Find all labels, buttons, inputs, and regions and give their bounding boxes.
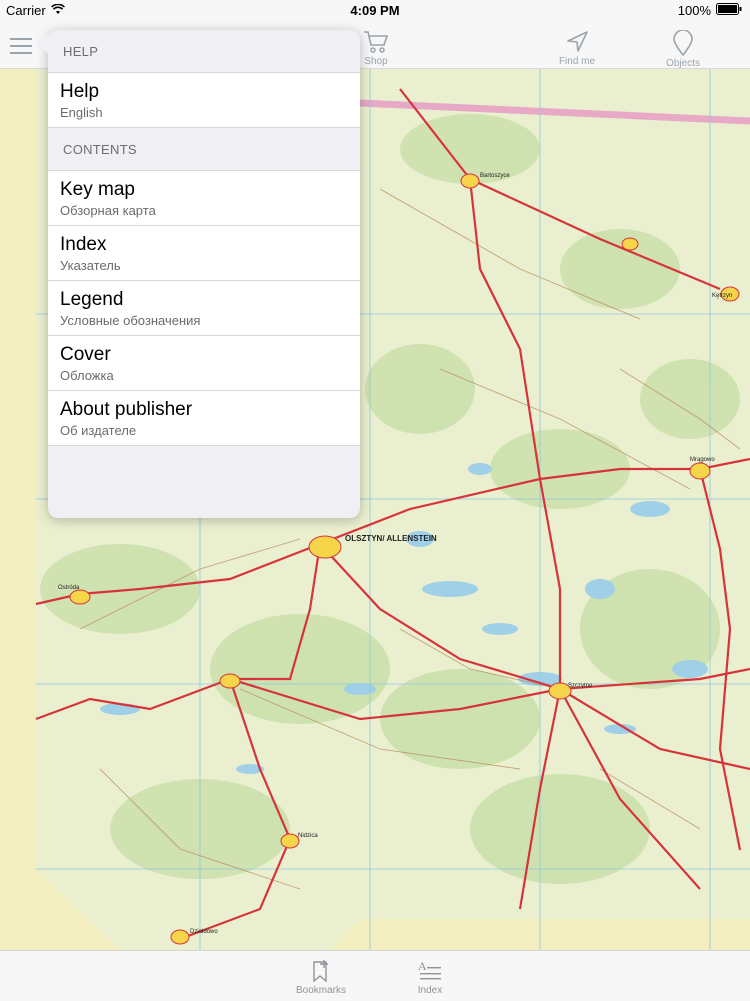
map-label-ostroda: Ostróda — [58, 585, 80, 591]
find-me-button[interactable]: Find me — [547, 30, 607, 67]
objects-button[interactable]: Objects — [653, 30, 713, 69]
menu-item-title: Cover — [60, 344, 111, 365]
map-label-dzialdowo: Działdowo — [190, 929, 218, 935]
menu-item-subtitle: Об издателе — [60, 423, 137, 438]
index-label: Index — [417, 985, 443, 996]
menu-item-index[interactable]: Index Указатель — [48, 226, 360, 281]
tab-index[interactable]: A Index — [390, 959, 470, 996]
map-label-ketrzyn: Kętrzyn — [712, 293, 732, 299]
menu-item-subtitle: Условные обозначения — [60, 313, 201, 328]
map-label-szczytno: Szczytno — [568, 683, 593, 689]
menu-item-help[interactable]: Help English — [48, 72, 360, 128]
status-bar: Carrier 4:09 PM 100% — [0, 0, 750, 22]
contents-section-header: CONTENTS — [63, 142, 137, 157]
menu-item-title: Legend — [60, 289, 124, 310]
menu-item-subtitle: English — [60, 105, 103, 120]
tab-bar: Bookmarks A Index — [0, 950, 750, 1001]
help-section-header: HELP — [63, 44, 99, 59]
map-label-bartoszyce: Bartoszyce — [480, 173, 510, 179]
battery-percent: 100% — [677, 3, 711, 18]
menu-item-title: Help — [60, 81, 100, 102]
bookmarks-label: Bookmarks — [295, 985, 346, 996]
map-pin-icon — [653, 30, 713, 56]
menu-item-subtitle: Обзорная карта — [60, 203, 156, 218]
battery-icon — [716, 3, 742, 18]
menu-item-subtitle: Указатель — [60, 258, 121, 273]
menu-item-key-map[interactable]: Key map Обзорная карта — [48, 170, 360, 226]
map-label-olsztyn: OLSZTYN/ ALLENSTEIN — [345, 534, 437, 543]
popover-arrow — [36, 34, 49, 54]
svg-text:A: A — [418, 959, 427, 973]
menu-item-title: Key map — [60, 179, 135, 200]
location-arrow-icon — [547, 30, 607, 54]
map-label-nidzica: Nidzica — [298, 833, 318, 839]
menu-item-about-publisher[interactable]: About publisher Об издателе — [48, 391, 360, 446]
find-me-label: Find me — [558, 56, 596, 67]
bookmark-add-icon — [281, 959, 361, 983]
menu-item-legend[interactable]: Legend Условные обозначения — [48, 281, 360, 336]
map-label-mragowo: Mrągowo — [690, 457, 715, 463]
hamburger-icon — [10, 38, 34, 58]
tab-bookmarks[interactable]: Bookmarks — [281, 959, 361, 996]
battery-info: 100% — [678, 3, 742, 18]
menu-item-title: About publisher — [60, 399, 193, 420]
index-list-icon: A — [390, 959, 470, 983]
shop-label: Shop — [364, 56, 388, 67]
menu-item-title: Index — [60, 234, 107, 255]
navigation-popover: HELP Help English CONTENTS Key map Обзор… — [48, 30, 360, 518]
status-time: 4:09 PM — [350, 3, 400, 18]
menu-item-cover[interactable]: Cover Обложка — [48, 336, 360, 391]
objects-label: Objects — [666, 58, 700, 69]
menu-item-subtitle: Обложка — [60, 368, 114, 383]
menu-button[interactable] — [10, 38, 34, 59]
